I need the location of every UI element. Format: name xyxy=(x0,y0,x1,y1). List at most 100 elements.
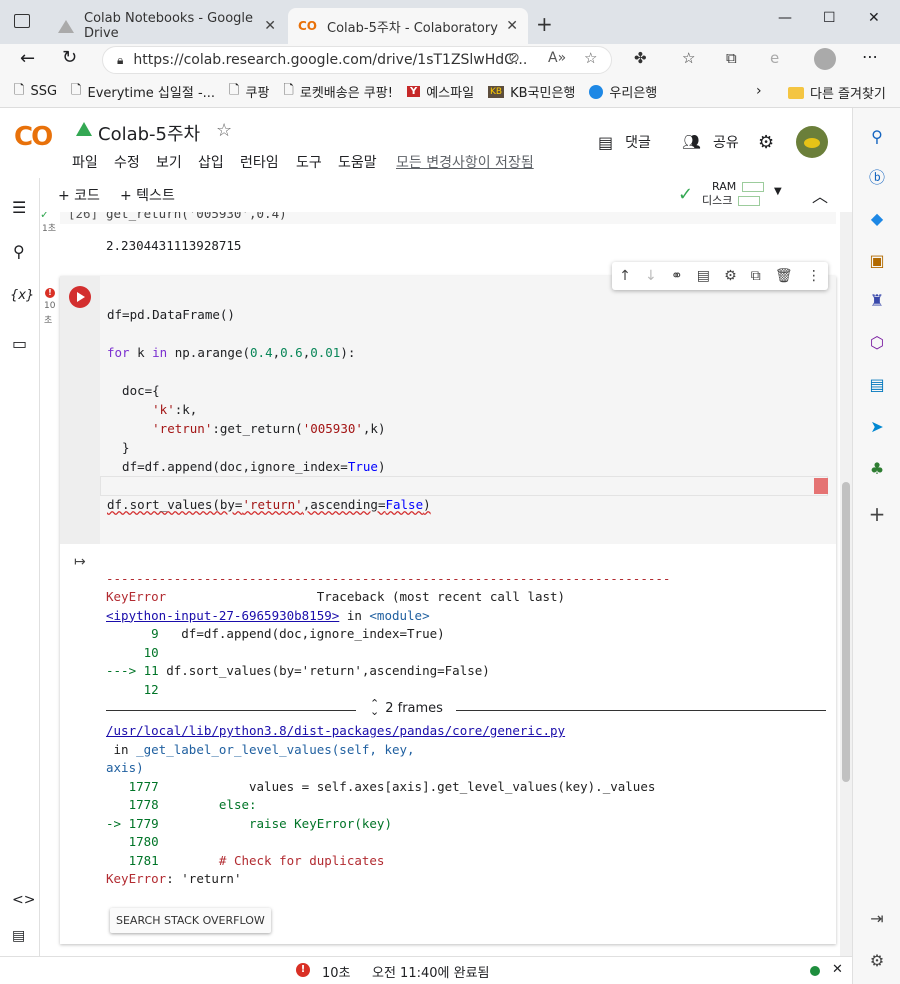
check-icon: ✓ xyxy=(678,184,694,205)
url-text: https://colab.research.google.com/drive/… xyxy=(133,52,528,68)
bookmark-yesfile[interactable]: Y 예스파일 xyxy=(406,82,474,101)
add-favorite-icon[interactable]: ☆ xyxy=(584,49,597,67)
bookmark-everytime[interactable]: 🗋︎ Everytime 십일절 -... xyxy=(71,81,215,103)
tab-drive[interactable]: Colab Notebooks - Google Drive ✕ xyxy=(48,8,286,44)
minimize-button[interactable]: — xyxy=(778,10,792,26)
collections-icon[interactable]: ⧉ xyxy=(726,49,737,67)
output-icon[interactable]: ↦ xyxy=(74,554,86,570)
delete-icon[interactable]: 🗑︎ xyxy=(775,268,793,284)
close-window-button[interactable]: ✕ xyxy=(868,10,880,26)
tools-icon[interactable]: ▣ xyxy=(867,250,887,270)
bookmark-rocket[interactable]: 🗋︎ 로켓배송은 쿠팡! xyxy=(283,81,393,103)
search-icon[interactable]: ⚲ xyxy=(13,242,25,261)
add-icon[interactable]: + xyxy=(867,502,887,526)
tab-actions-icon[interactable] xyxy=(14,14,30,28)
menu-tools[interactable]: 도구 xyxy=(296,152,322,172)
search-stack-overflow-button[interactable]: SEARCH STACK OVERFLOW xyxy=(110,908,271,933)
refresh-icon[interactable]: ↻ xyxy=(62,47,77,68)
read-aloud-icon[interactable]: A» xyxy=(548,50,566,66)
settings-icon[interactable]: ⚙ xyxy=(758,132,774,153)
send-icon[interactable]: ➤ xyxy=(867,416,887,436)
mirror-icon[interactable]: ⧉ xyxy=(751,268,761,284)
toc-icon[interactable]: ☰ xyxy=(12,198,26,217)
more-vert-icon[interactable]: ⋮ xyxy=(807,268,821,284)
error-marker xyxy=(814,478,828,494)
menu-file[interactable]: 파일 xyxy=(72,152,98,172)
back-icon[interactable]: ← xyxy=(20,48,35,69)
generic-link[interactable]: /usr/local/lib/python3.8/dist-packages/p… xyxy=(106,723,565,738)
move-up-icon[interactable]: ↑ xyxy=(619,268,631,284)
menu-edit[interactable]: 수정 xyxy=(114,152,140,172)
block-icon[interactable]: ⊘ xyxy=(508,50,520,66)
search-icon[interactable]: ⚲ xyxy=(867,126,887,146)
resource-monitor[interactable]: RAM 디스크 xyxy=(702,180,765,208)
output-token: in xyxy=(106,741,137,757)
folder-icon xyxy=(788,86,804,99)
maximize-button[interactable]: ☐ xyxy=(823,10,836,26)
share-button[interactable]: 👥︎ 공유 xyxy=(682,132,739,152)
shopping-icon[interactable]: ◆ xyxy=(867,208,887,228)
code-line: doc={ xyxy=(107,383,160,398)
menu-runtime[interactable]: 런타임 xyxy=(240,152,279,172)
close-status-button[interactable]: ✕ xyxy=(832,962,843,977)
close-tab-icon[interactable]: ✕ xyxy=(264,18,276,34)
variables-icon[interactable]: {x} xyxy=(10,288,34,303)
office-icon[interactable]: ⬡ xyxy=(867,332,887,352)
code-snippets-icon[interactable]: <> xyxy=(12,892,35,908)
play-icon xyxy=(77,292,85,302)
bookmark-ssg[interactable]: 🗋︎ SSG xyxy=(14,81,57,103)
settings-icon[interactable]: ⚙ xyxy=(724,268,737,284)
games-icon[interactable]: ♜ xyxy=(867,290,887,310)
comment-icon[interactable]: ▤ xyxy=(697,268,710,284)
files-icon[interactable]: ▭ xyxy=(12,334,27,353)
add-code-button[interactable]: + 코드 xyxy=(58,185,100,205)
collapse-icon[interactable]: ︿ xyxy=(812,183,828,207)
favorites-icon[interactable]: ☆ xyxy=(682,49,695,67)
star-icon[interactable]: ☆ xyxy=(216,120,232,141)
link-icon[interactable]: ⚭ xyxy=(671,268,683,284)
new-tab-button[interactable]: + xyxy=(536,12,553,36)
settings-icon[interactable]: ⚙ xyxy=(867,950,887,970)
command-palette-icon[interactable]: ▤ xyxy=(12,928,25,944)
scrollbar[interactable] xyxy=(840,212,852,956)
frames-toggle[interactable]: ⌃ ⌄ 2 frames xyxy=(370,698,443,717)
code-token: True xyxy=(347,459,378,474)
bookmark-woori[interactable]: 우리은행 xyxy=(589,82,657,101)
bookmark-kb[interactable]: KB KB국민은행 xyxy=(488,82,575,101)
status-time: 10초 xyxy=(322,966,351,981)
dropdown-icon[interactable]: ▼ xyxy=(774,186,782,197)
sidebar-toggle-icon[interactable]: ⇥ xyxy=(867,908,887,928)
menu-help[interactable]: 도움말 xyxy=(338,152,377,172)
chevron-right-icon[interactable]: › xyxy=(756,83,762,99)
user-avatar[interactable] xyxy=(796,126,828,158)
ie-mode-icon[interactable]: e xyxy=(770,49,779,67)
tab-colab[interactable]: CO Colab-5주차 - Colaboratory ✕ xyxy=(288,8,528,44)
final-error: KeyError: 'return' xyxy=(106,870,241,889)
bing-icon[interactable]: ⓑ xyxy=(867,166,887,187)
exec-time-num: 10 xyxy=(44,301,56,311)
move-down-icon[interactable]: ↓ xyxy=(645,268,657,284)
profile-avatar[interactable] xyxy=(814,48,836,70)
bookmark-label: SSG xyxy=(30,84,58,99)
woori-icon xyxy=(589,84,604,99)
scrollbar-thumb[interactable] xyxy=(842,482,850,782)
close-tab-icon[interactable]: ✕ xyxy=(506,18,518,34)
page-icon: 🗋︎ xyxy=(71,82,82,98)
menu-view[interactable]: 보기 xyxy=(156,152,182,172)
menu-insert[interactable]: 삽입 xyxy=(198,152,224,172)
address-field[interactable]: 🔒︎ https://colab.research.google.com/dri… xyxy=(102,46,612,74)
bookmark-coupang[interactable]: 🗋︎ 쿠팡 xyxy=(229,81,269,103)
extensions-icon[interactable]: ✤ xyxy=(634,49,647,67)
add-text-button[interactable]: + 텍스트 xyxy=(120,185,175,205)
comment-button[interactable]: ▤ 댓글 xyxy=(598,132,651,152)
tree-icon[interactable]: ♣ xyxy=(867,458,887,478)
code-token: 'return' xyxy=(242,497,303,512)
other-favorites[interactable]: 다른 즐겨찾기 xyxy=(788,83,886,102)
run-cell-button[interactable] xyxy=(69,286,91,308)
colab-logo[interactable]: CO xyxy=(14,122,53,152)
notebook-title[interactable]: Colab-5주차 xyxy=(98,120,200,146)
outlook-icon[interactable]: ▤ xyxy=(867,374,887,394)
more-icon[interactable]: ⋯ xyxy=(862,47,878,66)
saved-status[interactable]: 모든 변경사항이 저장됨 xyxy=(396,152,534,172)
input-link[interactable]: <ipython-input-27-6965930b8159> xyxy=(106,608,339,623)
